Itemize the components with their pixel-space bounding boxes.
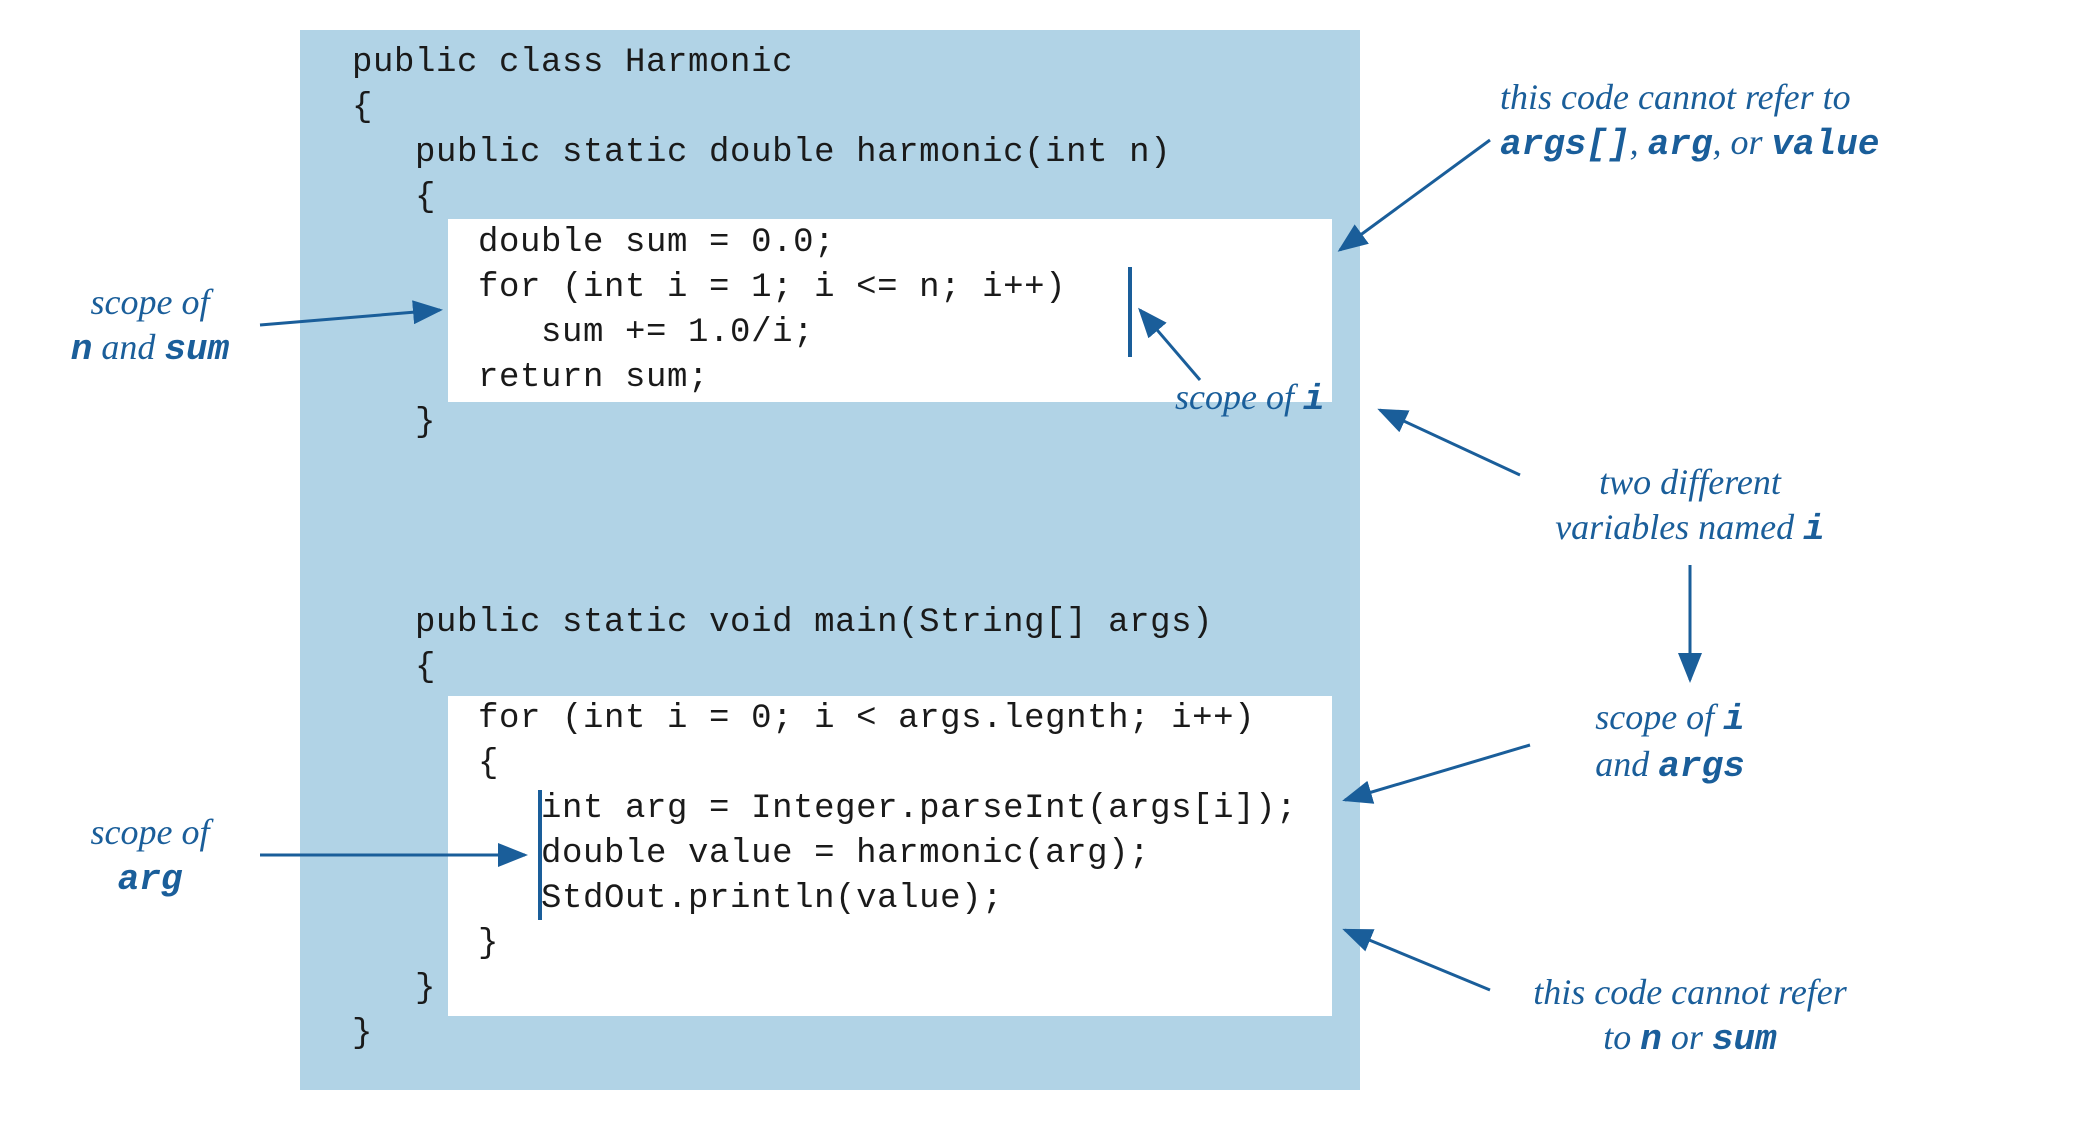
- annotation-text: , or: [1712, 122, 1771, 162]
- code-line-12: for (int i = 0; i < args.legnth; i++): [352, 700, 1255, 738]
- arrow-scope-i-args: [1345, 745, 1530, 800]
- annotation-text: and: [92, 327, 164, 367]
- scope-bar-i-top: [1128, 267, 1132, 357]
- annotation-code: args: [1658, 746, 1744, 787]
- annotation-code: arg: [1648, 124, 1713, 165]
- annotation-cannot-args: this code cannot refer to args[], arg, o…: [1500, 75, 2020, 167]
- code-line-16: StdOut.println(value);: [352, 880, 1003, 918]
- arrow-cannot-n-sum: [1345, 930, 1490, 990]
- code-line-14: int arg = Integer.parseInt(args[i]);: [352, 790, 1297, 828]
- annotation-code: i: [1723, 699, 1745, 740]
- annotation-code: args[]: [1500, 124, 1630, 165]
- annotation-code: sum: [164, 329, 229, 370]
- annotation-code: value: [1771, 124, 1879, 165]
- code-line-5: double sum = 0.0;: [352, 224, 835, 262]
- annotation-text: scope of: [1595, 697, 1723, 737]
- code-line-2: {: [352, 89, 373, 127]
- code-line-6: for (int i = 1; i <= n; i++): [352, 269, 1066, 307]
- annotation-code: n: [71, 329, 93, 370]
- scope-bar-arg: [538, 790, 542, 920]
- code-line-19: }: [352, 1015, 373, 1053]
- annotation-text: this code cannot refer to: [1500, 77, 1851, 117]
- annotation-text: scope of: [91, 812, 210, 852]
- code-line-8: return sum;: [352, 359, 709, 397]
- code-line-15: double value = harmonic(arg);: [352, 835, 1150, 873]
- diagram-stage: public class Harmonic { public static do…: [0, 0, 2078, 1124]
- annotation-code: i: [1303, 379, 1325, 420]
- annotation-scope-n-sum: scope of n and sum: [50, 280, 250, 372]
- annotation-code: sum: [1712, 1019, 1777, 1060]
- code-line-11: {: [352, 649, 436, 687]
- annotation-text: two different: [1599, 462, 1781, 502]
- code-line-10: public static void main(String[] args): [352, 604, 1213, 642]
- annotation-scope-arg: scope of arg: [50, 810, 250, 902]
- annotation-text: scope of: [91, 282, 210, 322]
- code-line-7: sum += 1.0/i;: [352, 314, 814, 352]
- code-line-9: }: [352, 404, 436, 442]
- annotation-text: this code cannot refer: [1533, 972, 1847, 1012]
- code-line-4: {: [352, 179, 436, 217]
- annotation-two-i: two different variables named i: [1500, 460, 1880, 552]
- code-line-18: }: [352, 970, 436, 1008]
- annotation-text: scope of: [1175, 377, 1303, 417]
- annotation-text: and: [1595, 744, 1658, 784]
- annotation-text: ,: [1630, 122, 1648, 162]
- code-line-3: public static double harmonic(int n): [352, 134, 1171, 172]
- annotation-scope-i: scope of i: [1175, 375, 1375, 422]
- code-line-13: {: [352, 745, 499, 783]
- annotation-code: n: [1640, 1019, 1662, 1060]
- annotation-code: i: [1803, 509, 1825, 550]
- annotation-text: variables named: [1555, 507, 1803, 547]
- annotation-code: arg: [118, 859, 183, 900]
- annotation-text: to: [1603, 1017, 1640, 1057]
- code-line-17: }: [352, 925, 499, 963]
- annotation-text: or: [1662, 1017, 1712, 1057]
- annotation-cannot-n-sum: this code cannot refer to n or sum: [1480, 970, 1900, 1062]
- arrow-cannot-args: [1340, 140, 1490, 250]
- arrow-two-i-upper: [1380, 410, 1520, 475]
- code-line-1: public class Harmonic: [352, 44, 793, 82]
- annotation-scope-i-args: scope of i and args: [1540, 695, 1800, 789]
